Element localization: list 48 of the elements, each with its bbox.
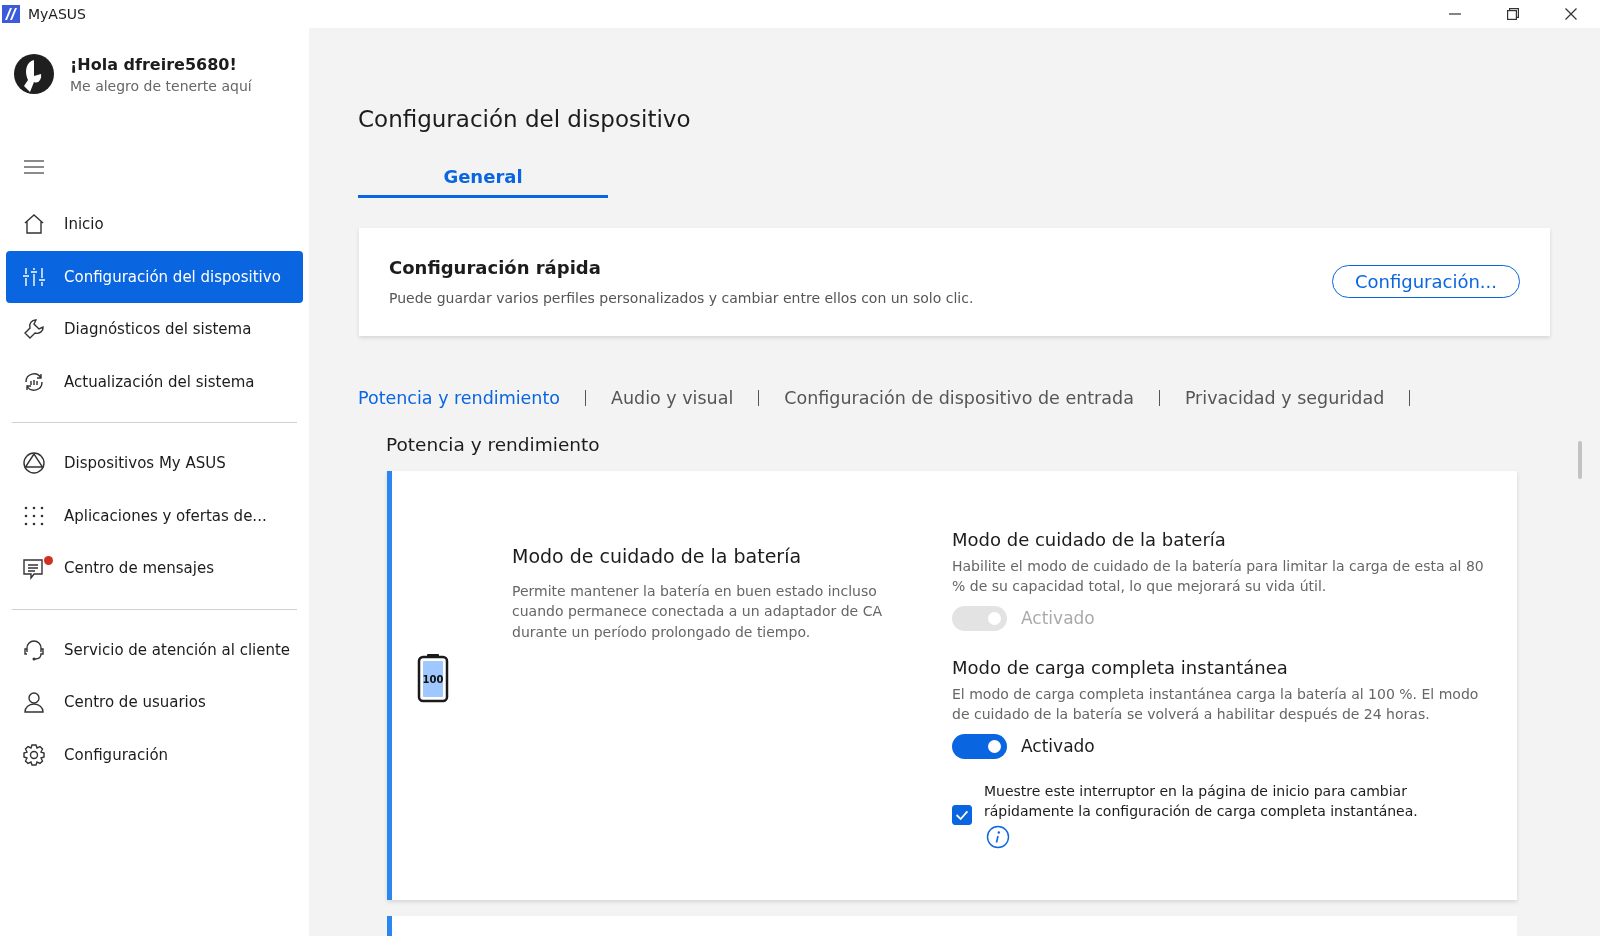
- greeting-text: ¡Hola dfreire5680!: [70, 54, 238, 74]
- menu-icon[interactable]: [23, 160, 45, 174]
- sidebar-item[interactable]: Configuración del dispositivo: [6, 250, 303, 303]
- setting-description: El modo de carga completa instantánea carga la batería al 100 %. El modo de cuidado de la batería se volverá a habilitar después de 24 horas.: [952, 684, 1480, 724]
- close-icon: [1565, 8, 1577, 20]
- info-icon: [986, 824, 1010, 849]
- section-tab[interactable]: Privacidad y seguridad: [1184, 387, 1385, 408]
- sidebar-item[interactable]: Dispositivos My ASUS: [6, 437, 303, 490]
- sidebar-item[interactable]: Configuración: [6, 728, 303, 781]
- sidebar-item[interactable]: Diagnósticos del sistema: [6, 303, 303, 356]
- toggle-label: Activado: [1021, 736, 1095, 757]
- settings-icon: [22, 742, 46, 767]
- section-title: Potencia y rendimiento: [386, 433, 601, 455]
- app-logo-icon: [2, 5, 20, 23]
- window-title: MyASUS: [28, 6, 86, 22]
- card-title: Configuración rápida: [389, 257, 602, 279]
- subtitle-text: Me alegro de tenerte aquí: [70, 77, 252, 94]
- triangle-circle-icon: [22, 451, 46, 476]
- section-tab[interactable]: Audio y visual: [611, 387, 734, 408]
- user-icon: [22, 690, 46, 715]
- checkbox[interactable]: [952, 804, 972, 825]
- section-tab[interactable]: Configuración de dispositivo de entrada: [784, 387, 1134, 408]
- feature-description: Permite mantener la batería en buen estado incluso cuando permanece conectada a un adaptador de CA durante un período prolongado de tiempo.: [512, 581, 883, 642]
- feature-title: Modo de cuidado de la batería: [512, 544, 803, 567]
- sidebar-item[interactable]: Centro de usuarios: [6, 676, 303, 729]
- setting-title: Modo de cuidado de la batería: [952, 528, 1227, 550]
- settings-button[interactable]: Configuración...: [1331, 265, 1520, 299]
- scrollbar[interactable]: [1578, 441, 1582, 479]
- battery-icon: 100: [417, 652, 449, 703]
- checkbox-label: Muestre este interruptor en la página de inicio para cambiar rápidamente la configuración de carga completa instantánea.: [984, 781, 1419, 821]
- headset-icon: [22, 637, 46, 662]
- tab[interactable]: General: [358, 166, 608, 198]
- sidebar-item[interactable]: Inicio: [6, 198, 303, 251]
- page-title: Configuración del dispositivo: [358, 106, 692, 132]
- sidebar-item[interactable]: Centro de mensajes: [6, 542, 303, 595]
- setting-title: Modo de carga completa instantánea: [952, 656, 1289, 678]
- toggle-label: Activado: [1021, 608, 1095, 629]
- avatar-icon: [12, 52, 56, 96]
- setting-description: Habilite el modo de cuidado de la batería para limitar la carga de esta al 80 % de su capacidad total, lo que mejorará su vida útil.: [952, 556, 1485, 596]
- message-icon: [22, 556, 46, 581]
- sidebar-item[interactable]: Servicio de atención al cliente: [6, 623, 303, 676]
- restore-icon: [1507, 8, 1519, 20]
- section-tab[interactable]: Potencia y rendimiento: [358, 387, 561, 408]
- sidebar-item[interactable]: Aplicaciones y ofertas de...: [6, 489, 303, 542]
- sidebar-item[interactable]: Actualización del sistema: [6, 355, 303, 408]
- home-icon: [22, 212, 46, 237]
- toggle-switch[interactable]: [952, 733, 1007, 759]
- card-description: Puede guardar varios perfiles personalizados y cambiar entre ellos con un solo clic.: [389, 290, 975, 307]
